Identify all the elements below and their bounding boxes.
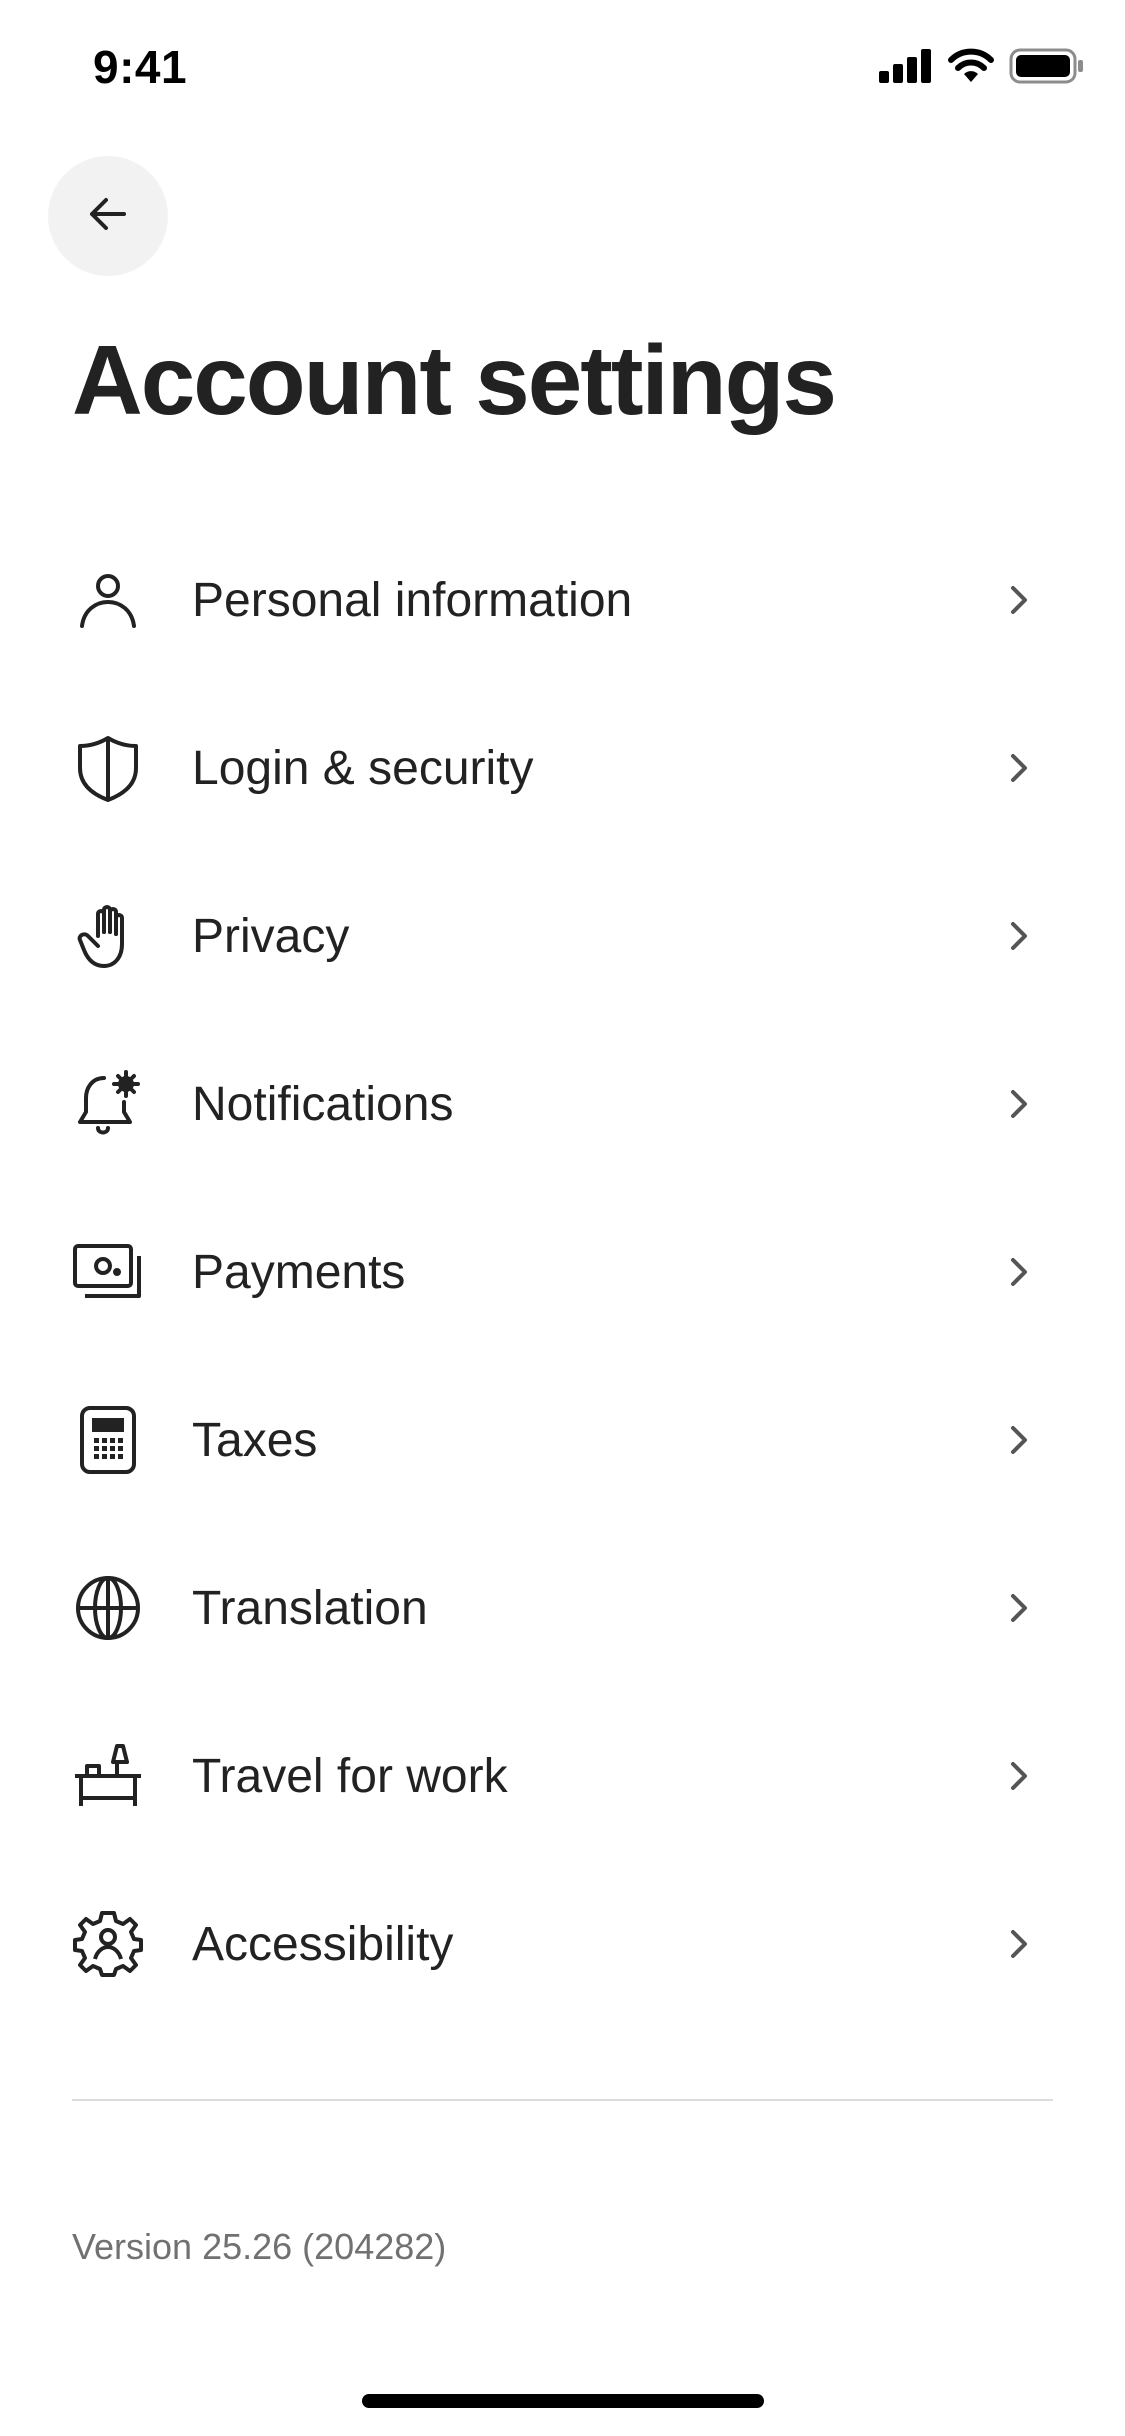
wifi-icon xyxy=(947,48,995,89)
page-title: Account settings xyxy=(72,325,837,435)
arrow-left-icon xyxy=(84,190,132,243)
settings-item-taxes[interactable]: Taxes xyxy=(0,1356,1125,1524)
person-icon xyxy=(72,564,144,636)
settings-item-personal-information[interactable]: Personal information xyxy=(0,516,1125,684)
settings-item-label: Translation xyxy=(192,1581,428,1635)
shield-icon xyxy=(72,732,144,804)
settings-list: Personal information Login & security Pr… xyxy=(0,516,1125,2028)
settings-item-notifications[interactable]: Notifications xyxy=(0,1020,1125,1188)
bell-gear-icon xyxy=(72,1068,144,1140)
cellular-signal-icon xyxy=(879,49,933,88)
desk-lamp-icon xyxy=(72,1740,144,1812)
home-indicator[interactable] xyxy=(362,2394,764,2408)
settings-item-privacy[interactable]: Privacy xyxy=(0,852,1125,1020)
divider xyxy=(72,2099,1053,2101)
chevron-right-icon xyxy=(1001,750,1037,786)
settings-item-label: Privacy xyxy=(192,909,350,963)
chevron-right-icon xyxy=(1001,1590,1037,1626)
settings-item-label: Personal information xyxy=(192,573,633,627)
version-text: Version 25.26 (204282) xyxy=(72,2226,447,2267)
chevron-right-icon xyxy=(1001,1422,1037,1458)
money-icon xyxy=(72,1236,144,1308)
chevron-right-icon xyxy=(1001,1086,1037,1122)
chevron-right-icon xyxy=(1001,918,1037,954)
back-button[interactable] xyxy=(48,156,168,276)
chevron-right-icon xyxy=(1001,582,1037,618)
accessibility-gear-icon xyxy=(72,1908,144,1980)
settings-item-label: Payments xyxy=(192,1245,406,1299)
battery-icon xyxy=(1009,48,1085,89)
settings-item-payments[interactable]: Payments xyxy=(0,1188,1125,1356)
hand-icon xyxy=(72,900,144,972)
status-icons xyxy=(879,48,1085,89)
chevron-right-icon xyxy=(1001,1254,1037,1290)
settings-item-accessibility[interactable]: Accessibility xyxy=(0,1860,1125,2028)
settings-item-label: Accessibility xyxy=(192,1917,454,1971)
chevron-right-icon xyxy=(1001,1926,1037,1962)
settings-item-login-security[interactable]: Login & security xyxy=(0,684,1125,852)
settings-item-label: Notifications xyxy=(192,1077,454,1131)
settings-item-label: Taxes xyxy=(192,1413,318,1467)
settings-item-translation[interactable]: Translation xyxy=(0,1524,1125,1692)
settings-item-label: Travel for work xyxy=(192,1749,508,1803)
status-time: 9:41 xyxy=(93,41,188,93)
calculator-icon xyxy=(72,1404,144,1476)
settings-item-travel-for-work[interactable]: Travel for work xyxy=(0,1692,1125,1860)
status-bar: 9:41 xyxy=(0,0,1125,140)
settings-item-label: Login & security xyxy=(192,741,534,795)
globe-icon xyxy=(72,1572,144,1644)
chevron-right-icon xyxy=(1001,1758,1037,1794)
